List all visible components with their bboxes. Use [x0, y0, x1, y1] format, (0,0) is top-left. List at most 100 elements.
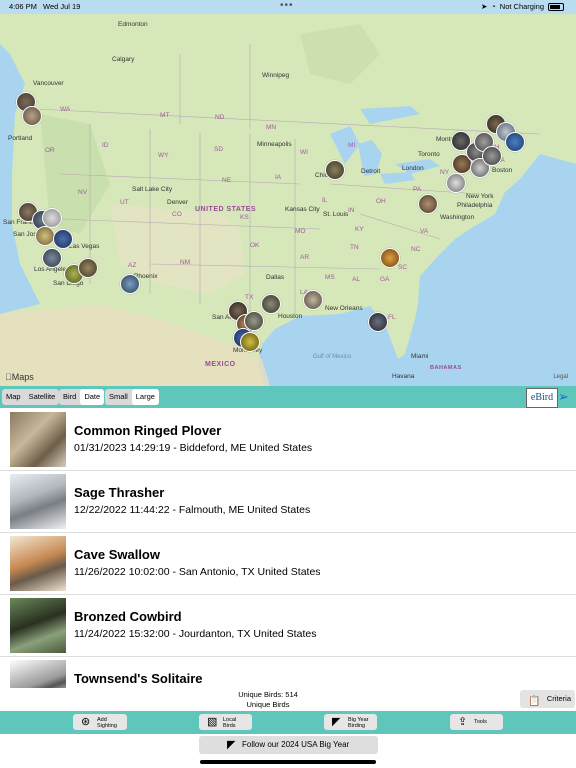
bird-icon: ◤ [332, 716, 341, 728]
map-toolbar: Map Satellite Bird Date Small Large eBir… [0, 386, 576, 408]
map-label-city: London [402, 165, 424, 172]
map-base [0, 14, 576, 386]
sort-bird-segment[interactable]: Bird [59, 389, 80, 405]
list-item[interactable]: Bronzed Cowbird 11/24/2022 15:32:00 - Jo… [0, 594, 576, 657]
sighting-detail: 01/31/2023 14:29:19 - Biddeford, ME Unit… [74, 442, 313, 454]
map-label-state: FL [388, 314, 396, 321]
multitasking-icon[interactable]: ••• [280, 0, 294, 11]
sort-date-segment[interactable]: Date [80, 389, 105, 405]
clipboard-icon: 📋 [528, 696, 541, 707]
map-label-state: ND [215, 114, 225, 121]
list-item[interactable]: Sage Thrasher 12/22/2022 11:44:22 - Falm… [0, 470, 576, 533]
status-bar: 4:06 PM Wed Jul 19 ••• ➤ ◔ Not Charging [0, 0, 576, 14]
bird-pin[interactable] [240, 332, 260, 352]
map-label-state: IL [322, 197, 328, 204]
map-label-state: SD [214, 146, 224, 153]
bird-pin[interactable] [120, 274, 140, 294]
list-item[interactable]: Common Ringed Plover 01/31/2023 14:29:19… [0, 408, 576, 471]
map-label-city: Portland [8, 135, 33, 142]
bird-pin[interactable] [53, 229, 73, 249]
bird-pin[interactable] [380, 248, 400, 268]
map-label-state: NY [440, 169, 450, 176]
sighting-detail: 11/26/2022 10:02:00 - San Antonio, TX Un… [74, 566, 321, 578]
map-label-state: PA [413, 186, 422, 193]
map-label-state: AL [352, 276, 360, 283]
map-type-satellite-segment[interactable]: Satellite [25, 389, 60, 405]
map-label-country: BAHAMAS [430, 365, 462, 371]
bird-pin[interactable] [35, 226, 55, 246]
map-label-city: Toronto [418, 151, 440, 158]
map-label-country: UNITED STATES [195, 206, 257, 213]
map-label-state: NM [180, 259, 191, 266]
bird-pin[interactable] [261, 294, 281, 314]
sort-segmented-control[interactable]: Bird Date [59, 389, 105, 405]
map-label-state: MS [325, 274, 335, 281]
bird-pin[interactable] [418, 194, 438, 214]
size-small-segment[interactable]: Small [105, 389, 132, 405]
map-label-state: MI [348, 142, 356, 149]
battery-icon [548, 2, 564, 11]
bird-pin[interactable] [482, 146, 502, 166]
map-label-gulf: Gulf of Mexico [312, 354, 352, 360]
follow-big-year-button[interactable]: ◤ Follow our 2024 USA Big Year [199, 736, 378, 754]
bird-pin[interactable] [368, 312, 388, 332]
bird-thumbnail [10, 660, 66, 688]
bird-pin[interactable] [303, 290, 323, 310]
map-label-city: Salt Lake City [132, 186, 173, 193]
map-label-city: Winnipeg [262, 72, 290, 79]
local-birds-button[interactable]: ▧ Local Birds [199, 714, 252, 730]
unique-birds-count: Unique Birds: 514 Unique Birds [220, 690, 316, 710]
bird-pin[interactable] [446, 173, 466, 193]
sighting-detail: 11/24/2022 15:32:00 - Jourdanton, TX Uni… [74, 628, 317, 640]
map-label-city: Detroit [361, 168, 381, 175]
criteria-label: Criteria [546, 694, 571, 703]
map-label-state: IN [348, 207, 355, 214]
ebird-logo-button[interactable]: eBird [526, 388, 558, 408]
map-label-state: AZ [128, 262, 137, 269]
bird-pin[interactable] [325, 160, 345, 180]
home-indicator [200, 760, 376, 764]
bird-pin[interactable] [22, 106, 42, 126]
status-time: 4:06 PM [9, 2, 37, 11]
bird-name: Sage Thrasher [74, 485, 165, 500]
bird-name: Bronzed Cowbird [74, 609, 182, 624]
map-label-state: IA [275, 174, 282, 181]
map-label-city: Miami [411, 353, 429, 360]
bird-pin[interactable] [42, 248, 62, 268]
map-type-segmented-control[interactable]: Map Satellite [2, 389, 60, 405]
location-arrow-icon[interactable]: ➢ [558, 389, 569, 405]
bottom-nav: ⊛ Add Sighting ▧ Local Birds ◤ Big Year Bir… [0, 711, 576, 734]
map-label-state: GA [380, 276, 390, 283]
map-label-city: Las Vegas [69, 243, 100, 250]
map-label-state: TX [245, 294, 254, 301]
map-label-city: Kansas City [285, 206, 320, 213]
local-birds-label-2: Birds [223, 723, 236, 729]
follow-label: Follow our 2024 USA Big Year [242, 740, 350, 749]
map-icon: ▧ [207, 716, 218, 728]
criteria-button[interactable]: 📋 Criteria [520, 690, 575, 708]
list-item[interactable]: Townsend's Solitaire [0, 656, 576, 688]
map-label-city: New Orleans [325, 305, 363, 312]
tools-button[interactable]: ⇪ Tools [450, 714, 503, 730]
add-sighting-button[interactable]: ⊛ Add Sighting [73, 714, 127, 730]
map-label-state: CO [172, 211, 182, 218]
maps-logo: Maps [5, 372, 34, 382]
map-type-map-segment[interactable]: Map [2, 389, 25, 405]
map-label-state: WI [300, 149, 308, 156]
sightings-list[interactable]: Common Ringed Plover 01/31/2023 14:29:19… [0, 408, 576, 688]
size-segmented-control[interactable]: Small Large [105, 389, 159, 405]
bird-pin[interactable] [42, 208, 62, 228]
bird-pin[interactable] [505, 132, 525, 152]
battery-status: Not Charging [499, 2, 544, 11]
unique-birds-total: Unique Birds: 514 [238, 690, 298, 699]
map-label-city: Washington [440, 214, 475, 221]
map-label-state: MT [160, 112, 170, 119]
list-item[interactable]: Cave Swallow 11/26/2022 10:02:00 - San A… [0, 532, 576, 595]
bird-icon: ◤ [227, 739, 236, 751]
map-view[interactable]: Edmonton Calgary Vancouver Winnipeg Port… [0, 14, 576, 386]
big-year-label-2: Birding [348, 723, 366, 729]
size-large-segment[interactable]: Large [131, 389, 159, 405]
big-year-birding-button[interactable]: ◤ Big Year Birding [324, 714, 377, 730]
legal-link[interactable]: Legal [553, 374, 568, 380]
bird-pin[interactable] [78, 258, 98, 278]
